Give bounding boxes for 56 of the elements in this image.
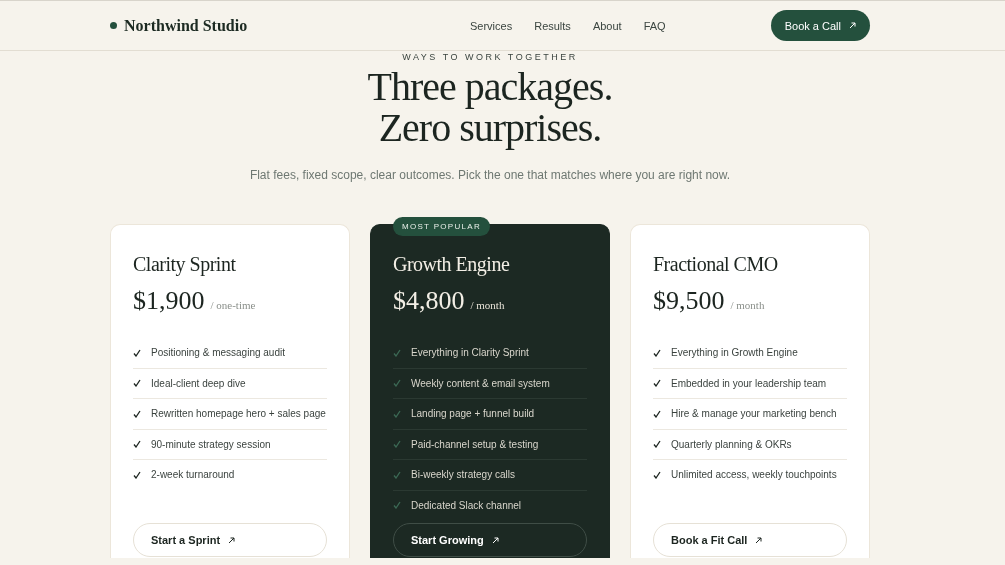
check-icon [133, 470, 141, 479]
nav-link[interactable]: About [592, 19, 622, 32]
price: $9,500 [653, 286, 725, 316]
eyebrow: WAYS TO WORK TOGETHER [402, 52, 578, 62]
check-icon [393, 501, 401, 510]
nav-link[interactable]: Services [470, 19, 513, 32]
nav-link[interactable]: Results [534, 19, 571, 32]
logo-dot [110, 22, 117, 29]
arrow-icon [228, 536, 236, 544]
feature-text: Dedicated Slack channel [411, 499, 522, 511]
check-icon [133, 348, 141, 357]
check-icon [653, 409, 661, 418]
check-icon [393, 440, 401, 449]
brand-name: Northwind Studio [124, 16, 248, 35]
feature-text: Positioning & messaging audit [151, 347, 285, 359]
feature-text: Unlimited access, weekly touchpoints [671, 469, 837, 481]
plan-name: Fractional CMO [653, 253, 779, 276]
feature-text: Embedded in your leadership team [671, 377, 827, 389]
headline: Three packages. Zero surprises. [367, 66, 613, 148]
nav-link[interactable]: FAQ [643, 19, 666, 32]
check-icon [653, 379, 661, 388]
check-icon [133, 440, 141, 449]
price-period: / one-time [210, 299, 256, 311]
arrow-icon [491, 536, 499, 544]
feature-text: Landing page + funnel build [411, 408, 535, 420]
feature-text: 2-week turnaround [151, 469, 235, 481]
popular-badge: MOST POPULAR [393, 217, 491, 236]
price: $1,900 [133, 286, 205, 316]
plan-name: Growth Engine [393, 253, 511, 276]
arrow-icon [849, 22, 856, 29]
check-icon [393, 409, 401, 418]
feature-text: Hire & manage your marketing bench [671, 408, 837, 420]
price-period: / month [470, 299, 505, 311]
price-period: / month [730, 299, 765, 311]
feature-text: Bi-weekly strategy calls [411, 469, 515, 481]
check-icon [393, 348, 401, 357]
price: $4,800 [393, 286, 465, 316]
check-icon [133, 409, 141, 418]
book-call-button[interactable]: Book a Call [770, 10, 870, 41]
feature-text: Quarterly planning & OKRs [671, 438, 792, 450]
feature-text: Everything in Growth Engine [671, 347, 798, 359]
check-icon [133, 379, 141, 388]
feature-text: Ideal-client deep dive [151, 377, 246, 389]
check-icon [393, 470, 401, 479]
check-icon [653, 440, 661, 449]
feature-text: Paid-channel setup & testing [411, 438, 539, 450]
feature-text: Weekly content & email system [411, 377, 550, 389]
check-icon [653, 348, 661, 357]
feature-text: Everything in Clarity Sprint [411, 347, 529, 359]
plan-name: Clarity Sprint [133, 253, 237, 276]
feature-text: Rewritten homepage hero + sales page [151, 408, 326, 420]
arrow-icon [755, 536, 763, 544]
check-icon [653, 470, 661, 479]
check-icon [393, 379, 401, 388]
subtitle: Flat fees, fixed scope, clear outcomes. Pick the one that matches where you are right now. [249, 168, 731, 182]
feature-text: 90-minute strategy session [151, 438, 271, 450]
